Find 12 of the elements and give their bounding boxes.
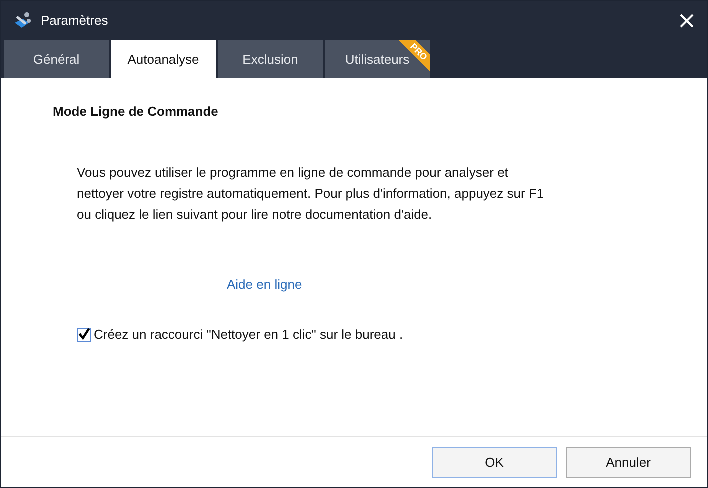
description-text: Vous pouvez utiliser le programme en ligne de commande pour analyser et nettoyer votre registre automatiquement. Pour plus d'information, appuyez sur F1 ou cliquez le lien suivant pour lire notre documentation d'aide. <box>77 164 546 224</box>
window-title: Paramètres <box>41 13 110 28</box>
checkbox-label: Créez un raccourci "Nettoyer en 1 clic" sur le bureau . <box>94 327 404 342</box>
checkbox[interactable] <box>77 328 91 342</box>
help-link[interactable]: Aide en ligne <box>227 277 302 292</box>
tools-icon <box>13 10 33 30</box>
tab[interactable]: Exclusion <box>218 40 323 78</box>
dialog-button[interactable]: OK <box>432 446 557 478</box>
tab[interactable]: Général <box>4 40 109 78</box>
section-heading: Mode Ligne de Commande <box>53 104 220 119</box>
tab[interactable]: Autoanalyse <box>111 40 216 78</box>
dialog-button[interactable]: Annuler <box>566 446 691 478</box>
